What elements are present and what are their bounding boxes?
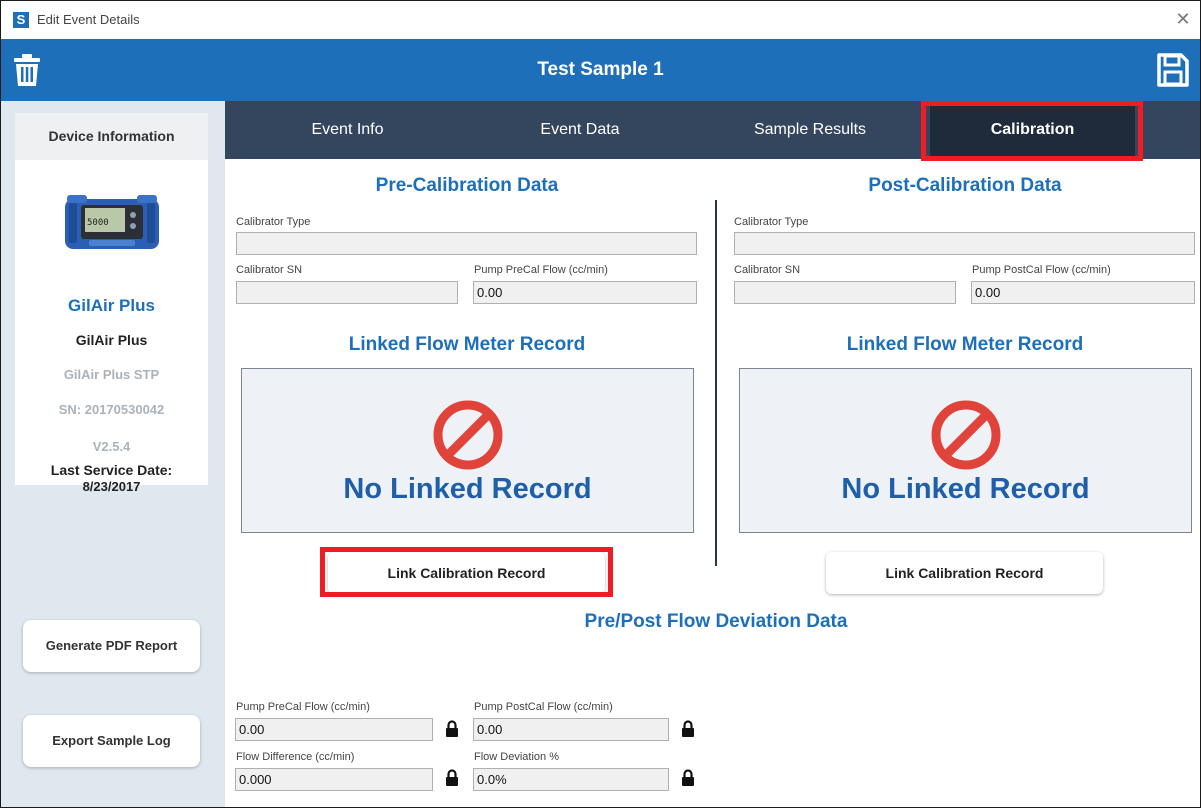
device-version: V2.5.4 [92, 439, 131, 454]
device-panel-title: Device Information [15, 113, 208, 160]
device-sub-model: GilAir Plus STP [63, 367, 160, 382]
device-serial: SN: 20170530042 [58, 402, 165, 417]
section-divider [715, 200, 717, 566]
svg-text:5000: 5000 [87, 218, 109, 228]
device-model: GilAir Plus [75, 332, 148, 348]
dev-difference-label: Flow Difference (cc/min) [236, 751, 355, 763]
export-sample-log-button[interactable]: Export Sample Log [23, 715, 200, 767]
post-linked-title: Linked Flow Meter Record [846, 334, 1084, 355]
last-service-date: 8/23/2017 [82, 479, 141, 494]
window-title: Edit Event Details [37, 12, 140, 27]
dev-percent-field[interactable]: 0.0% [473, 768, 669, 791]
dev-postcal-label: Pump PostCal Flow (cc/min) [474, 701, 613, 713]
device-image: 5000 [63, 193, 161, 253]
generate-pdf-button[interactable]: Generate PDF Report [23, 620, 200, 672]
post-cal-sn-label: Calibrator SN [734, 264, 801, 276]
header-bar: Test Sample 1 [1, 39, 1200, 101]
pre-cal-flow-label: Pump PreCal Flow (cc/min) [474, 264, 608, 276]
dev-difference-field[interactable]: 0.000 [235, 768, 433, 791]
app-logo-icon: S [13, 12, 29, 28]
pre-cal-flow-field[interactable]: 0.00 [473, 281, 697, 304]
close-icon[interactable]: ✕ [1171, 7, 1195, 31]
calibration-tab-highlight [921, 101, 1143, 161]
tab-event-data[interactable]: Event Data [470, 101, 690, 159]
dev-postcal-field[interactable]: 0.00 [473, 718, 669, 741]
post-cal-flow-field[interactable]: 0.00 [971, 281, 1195, 304]
post-cal-type-field[interactable] [734, 232, 1195, 255]
no-entry-icon [931, 400, 1001, 470]
lock-icon [682, 720, 694, 737]
title-bar: S Edit Event Details ✕ [1, 1, 1200, 39]
dev-percent-label: Flow Deviation % [474, 751, 559, 763]
lock-icon [682, 769, 694, 786]
dev-precal-field[interactable]: 0.00 [235, 718, 433, 741]
no-linked-record-text: No Linked Record [841, 473, 1090, 505]
device-info-panel: Device Information 5000 GilAir Plus GilA… [15, 113, 208, 494]
post-linked-record-box: No Linked Record [739, 368, 1192, 533]
dev-precal-label: Pump PreCal Flow (cc/min) [236, 701, 370, 713]
post-cal-flow-label: Pump PostCal Flow (cc/min) [972, 264, 1111, 276]
pre-cal-title: Pre-Calibration Data [375, 175, 559, 196]
tab-event-info[interactable]: Event Info [225, 101, 470, 159]
post-cal-sn-field[interactable] [734, 281, 956, 304]
link-button-highlight [320, 547, 613, 597]
pre-cal-sn-field[interactable] [236, 281, 458, 304]
edit-event-window: S Edit Event Details ✕ Test Sample 1 Dev… [0, 0, 1201, 808]
post-link-calibration-button[interactable]: Link Calibration Record [826, 552, 1103, 594]
post-cal-title: Post-Calibration Data [868, 175, 1062, 196]
pre-cal-type-field[interactable] [236, 232, 697, 255]
pre-linked-title: Linked Flow Meter Record [348, 334, 586, 355]
pre-linked-record-box: No Linked Record [241, 368, 694, 533]
page-title: Test Sample 1 [537, 59, 664, 80]
device-name: GilAir Plus [68, 296, 155, 315]
deviation-title: Pre/Post Flow Deviation Data [584, 611, 848, 632]
lock-icon [446, 769, 458, 786]
tab-sample-results[interactable]: Sample Results [690, 101, 930, 159]
no-entry-icon [433, 400, 503, 470]
post-cal-type-label: Calibrator Type [734, 216, 809, 228]
lock-icon [446, 720, 458, 737]
last-service-label: Last Service Date: [50, 462, 173, 478]
save-icon[interactable] [1157, 53, 1189, 87]
sidebar: Device Information 5000 GilAir Plus GilA… [1, 101, 225, 807]
pre-cal-type-label: Calibrator Type [236, 216, 311, 228]
no-linked-record-text: No Linked Record [343, 473, 592, 505]
pre-cal-sn-label: Calibrator SN [236, 264, 303, 276]
trash-icon[interactable] [13, 53, 41, 87]
